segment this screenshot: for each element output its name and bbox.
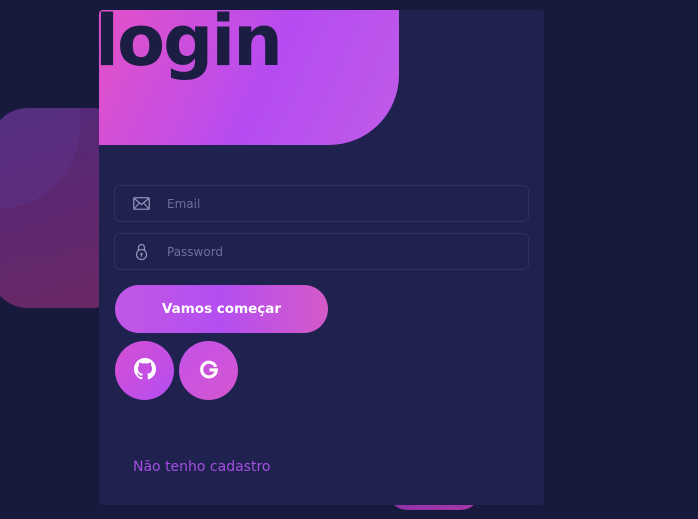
google-login-button[interactable] (179, 341, 238, 400)
password-input[interactable] (167, 234, 528, 269)
email-field[interactable] (114, 185, 529, 222)
header-gradient-shape: login (99, 10, 399, 145)
password-field[interactable] (114, 233, 529, 270)
github-login-button[interactable] (115, 341, 174, 400)
github-icon (133, 358, 156, 383)
start-button[interactable]: Vamos começar (115, 285, 328, 333)
login-page: login Email Vamos começar Não tenho cada… (0, 0, 698, 519)
mail-icon (115, 186, 167, 221)
google-icon (198, 358, 220, 383)
page-title: login (99, 10, 283, 82)
email-input[interactable] (167, 186, 528, 221)
lock-icon (115, 234, 167, 269)
signup-link[interactable]: Não tenho cadastro (133, 459, 270, 475)
login-card: login Email Vamos começar Não tenho cada… (99, 10, 544, 505)
